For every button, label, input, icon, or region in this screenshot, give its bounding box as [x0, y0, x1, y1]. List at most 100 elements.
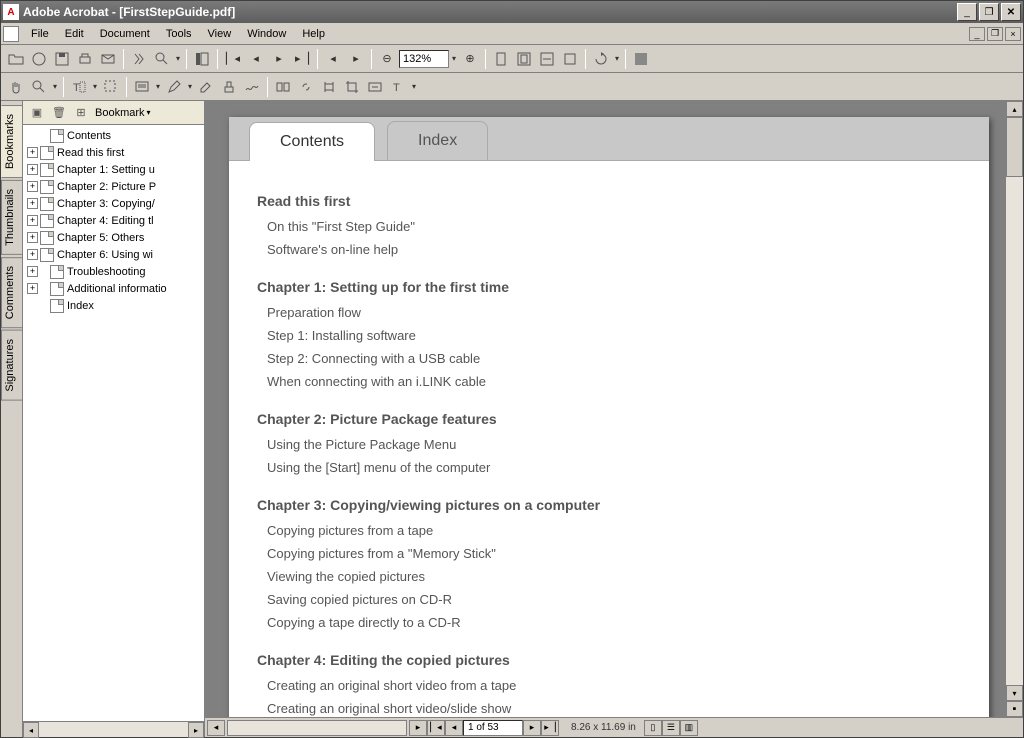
scroll-track[interactable] — [39, 722, 188, 737]
toc-item[interactable]: Using the [Start] menu of the computer — [257, 456, 961, 479]
expand-icon[interactable]: + — [27, 198, 38, 209]
open-icon[interactable] — [5, 48, 27, 70]
last-page-icon[interactable]: ▸▕ — [291, 48, 313, 70]
status-first-page-icon[interactable]: ▏◂ — [427, 720, 445, 736]
tool-icon[interactable] — [272, 76, 294, 98]
section-heading[interactable]: Chapter 1: Setting up for the first time — [257, 279, 961, 295]
fit-page-icon[interactable] — [513, 48, 535, 70]
bookmark-item[interactable]: +Additional informatio — [23, 280, 204, 297]
toc-item[interactable]: Creating an original short video/slide s… — [257, 697, 961, 717]
dropdown-icon[interactable]: ▾ — [91, 76, 99, 98]
continuous-icon[interactable]: ☰ — [662, 720, 680, 736]
stamp-tool-icon[interactable] — [218, 76, 240, 98]
toc-item[interactable]: Viewing the copied pictures — [257, 565, 961, 588]
web-icon[interactable] — [28, 48, 50, 70]
bookmark-item[interactable]: +Chapter 4: Editing tl — [23, 212, 204, 229]
reflow-icon[interactable] — [559, 48, 581, 70]
menu-window[interactable]: Window — [239, 26, 294, 42]
note-tool-icon[interactable] — [131, 76, 153, 98]
minimize-button[interactable]: _ — [957, 3, 977, 21]
prev-view-icon[interactable]: ◂ — [322, 48, 344, 70]
first-page-icon[interactable]: ▏◂ — [222, 48, 244, 70]
bookmarks-label[interactable]: Bookmark ▾ — [95, 107, 151, 119]
rotate-icon[interactable] — [590, 48, 612, 70]
mdi-minimize-button[interactable]: _ — [969, 27, 985, 41]
expand-icon[interactable]: + — [27, 215, 38, 226]
status-next-page-icon[interactable]: ▸ — [523, 720, 541, 736]
hscroll-track[interactable] — [227, 720, 407, 736]
link-tool-icon[interactable] — [295, 76, 317, 98]
pencil-tool-icon[interactable] — [163, 76, 185, 98]
bookmark-item[interactable]: +Chapter 3: Copying/ — [23, 195, 204, 212]
scroll-left-icon[interactable]: ◂ — [23, 722, 39, 738]
dropdown-icon[interactable]: ▾ — [154, 76, 162, 98]
toc-item[interactable]: Preparation flow — [257, 301, 961, 324]
single-page-icon[interactable]: ▯ — [644, 720, 662, 736]
dropdown-icon[interactable]: ▾ — [174, 48, 182, 70]
toc-item[interactable]: Step 2: Connecting with a USB cable — [257, 347, 961, 370]
toc-item[interactable]: Saving copied pictures on CD-R — [257, 588, 961, 611]
delete-bookmark-icon[interactable]: 🗑 — [51, 105, 67, 121]
expand-icon[interactable]: + — [27, 181, 38, 192]
new-bookmark-icon[interactable]: ▣ — [29, 105, 45, 121]
hand-tool-icon[interactable] — [5, 76, 27, 98]
section-heading[interactable]: Read this first — [257, 193, 961, 209]
close-button[interactable]: ✕ — [1001, 3, 1021, 21]
scroll-left-icon[interactable]: ◂ — [207, 720, 225, 736]
menu-view[interactable]: View — [200, 26, 240, 42]
dropdown-icon[interactable]: ▾ — [186, 76, 194, 98]
status-prev-page-icon[interactable]: ◂ — [445, 720, 463, 736]
expand-icon[interactable]: + — [27, 164, 38, 175]
search-icon[interactable] — [151, 48, 173, 70]
touchup-text-icon[interactable]: T — [387, 76, 409, 98]
save-icon[interactable] — [51, 48, 73, 70]
section-heading[interactable]: Chapter 2: Picture Package features — [257, 411, 961, 427]
article-tool-icon[interactable] — [318, 76, 340, 98]
zoom-dropdown-icon[interactable]: ▾ — [450, 48, 458, 70]
dropdown-icon[interactable]: ▾ — [613, 48, 621, 70]
toc-item[interactable]: When connecting with an i.LINK cable — [257, 370, 961, 393]
section-heading[interactable]: Chapter 4: Editing the copied pictures — [257, 652, 961, 668]
menu-tools[interactable]: Tools — [158, 26, 200, 42]
toc-item[interactable]: Copying pictures from a tape — [257, 519, 961, 542]
bookmark-item[interactable]: +Read this first — [23, 144, 204, 161]
bookmark-item[interactable]: +Chapter 1: Setting u — [23, 161, 204, 178]
dropdown-icon[interactable]: ▾ — [410, 76, 418, 98]
facing-icon[interactable]: ▥ — [680, 720, 698, 736]
expand-icon[interactable]: + — [27, 283, 38, 294]
next-view-icon[interactable]: ▸ — [345, 48, 367, 70]
bookmark-item[interactable]: +Chapter 5: Others — [23, 229, 204, 246]
next-page-icon[interactable]: ▸ — [268, 48, 290, 70]
print-icon[interactable] — [74, 48, 96, 70]
scroll-track[interactable] — [1006, 117, 1023, 685]
expand-icon[interactable]: + — [27, 147, 38, 158]
prev-page-icon[interactable]: ◂ — [245, 48, 267, 70]
bookmark-item[interactable]: +Chapter 2: Picture P — [23, 178, 204, 195]
toc-item[interactable]: Copying pictures from a "Memory Stick" — [257, 542, 961, 565]
zoom-out-icon[interactable]: ⊖ — [376, 48, 398, 70]
nav-pane-icon[interactable] — [191, 48, 213, 70]
bookmarks-hscroll[interactable]: ◂ ▸ — [23, 721, 204, 737]
graphics-select-icon[interactable] — [100, 76, 122, 98]
find-icon[interactable] — [128, 48, 150, 70]
tab-thumbnails[interactable]: Thumbnails — [1, 180, 22, 255]
zoom-in-icon[interactable]: ⊕ — [459, 48, 481, 70]
section-heading[interactable]: Chapter 3: Copying/viewing pictures on a… — [257, 497, 961, 513]
page-tab-contents[interactable]: Contents — [249, 122, 375, 161]
expand-icon[interactable]: ⊞ — [73, 105, 89, 121]
document-canvas[interactable]: Contents Index Read this firstOn this "F… — [205, 101, 1005, 717]
fit-width-icon[interactable] — [536, 48, 558, 70]
mail-icon[interactable] — [97, 48, 119, 70]
adobe-icon[interactable] — [630, 48, 652, 70]
bookmark-item[interactable]: +Troubleshooting — [23, 263, 204, 280]
dropdown-icon[interactable]: ▾ — [51, 76, 59, 98]
tab-bookmarks[interactable]: Bookmarks — [1, 105, 22, 178]
menu-file[interactable]: File — [23, 26, 57, 42]
status-last-page-icon[interactable]: ▸▕ — [541, 720, 559, 736]
expand-icon[interactable]: + — [27, 232, 38, 243]
bookmark-item[interactable]: Contents — [23, 127, 204, 144]
menu-edit[interactable]: Edit — [57, 26, 92, 42]
tab-signatures[interactable]: Signatures — [1, 330, 22, 401]
scroll-down-icon[interactable]: ▾ — [1006, 685, 1023, 701]
toc-item[interactable]: Using the Picture Package Menu — [257, 433, 961, 456]
